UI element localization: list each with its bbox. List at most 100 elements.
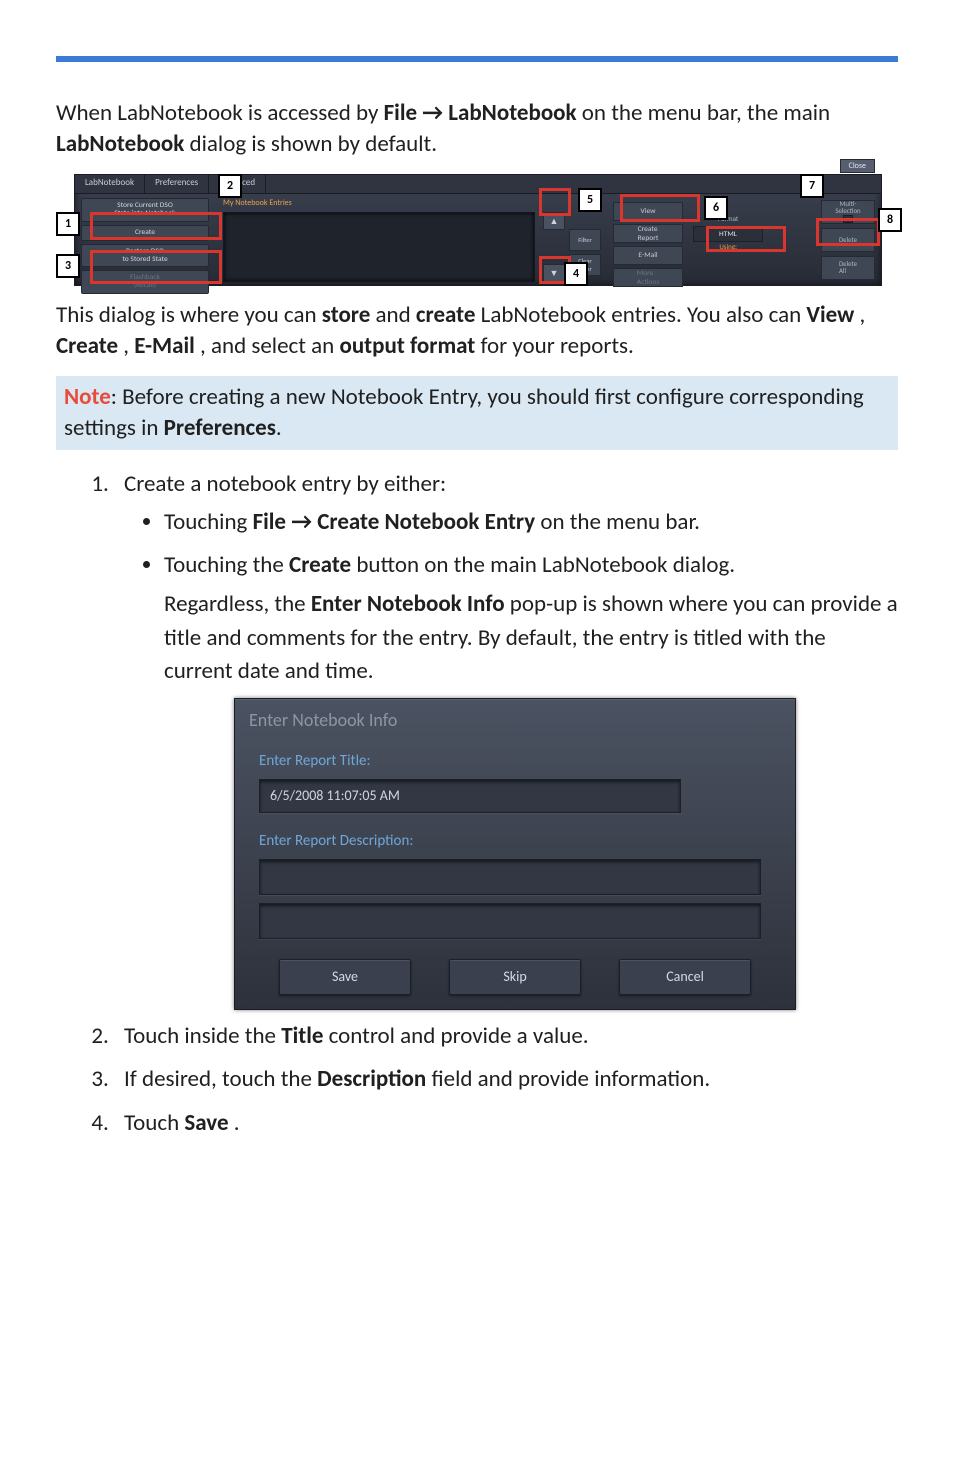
labnotebook-dialog-screenshot: LabNotebook Preferences Advanced Close S… — [56, 174, 898, 284]
bullet-item: Touching File → Create Notebook Entry on… — [164, 506, 898, 539]
text: . — [276, 414, 282, 442]
text: button on the main LabNotebook dialog. — [356, 551, 735, 579]
bullet-item: Touching the Create button on the main L… — [164, 549, 898, 688]
dialog-tabs: LabNotebook Preferences Advanced — [75, 175, 881, 194]
text: , and select an — [200, 332, 339, 360]
format-value[interactable]: HTML — [693, 226, 763, 242]
callout-marker: 2 — [218, 174, 242, 198]
text: , — [859, 301, 865, 329]
paragraph: This dialog is where you can store and c… — [56, 300, 898, 362]
intro-paragraph: When LabNotebook is accessed by File → L… — [56, 98, 898, 160]
note-callout: Note: Before creating a new Notebook Ent… — [56, 376, 898, 450]
save-button[interactable]: Save — [279, 959, 411, 995]
callout-marker: 8 — [878, 208, 902, 232]
checkbox-icon — [843, 215, 853, 223]
text: . — [234, 1109, 240, 1137]
dialog-title: Enter Notebook Info — [235, 699, 795, 743]
mid-button-column: View Create Report E-Mail More Actions — [613, 202, 683, 287]
labnotebook-dialog: LabNotebook Preferences Advanced Close S… — [74, 174, 882, 286]
text: If desired, touch the — [124, 1065, 317, 1093]
text: control and provide a value. — [329, 1022, 589, 1050]
text-bold: Description — [317, 1065, 426, 1093]
step-item: Touch Save . — [114, 1107, 898, 1140]
callout-marker: 7 — [800, 174, 824, 198]
entries-listbox[interactable] — [223, 212, 535, 282]
text-bold: output format — [339, 332, 475, 360]
text: This dialog is where you can — [56, 301, 322, 329]
store-state-button[interactable]: Store Current DSO State into Notebook — [81, 198, 209, 222]
tab-preferences[interactable]: Preferences — [145, 175, 209, 193]
dialog-button-row: Save Skip Cancel — [235, 959, 795, 995]
entries-label: My Notebook Entries — [223, 198, 292, 208]
more-actions-button[interactable]: More Actions — [613, 268, 683, 287]
text: Touch inside the — [124, 1022, 281, 1050]
text-bold: store — [322, 301, 371, 329]
filter-button[interactable]: Filter — [569, 229, 601, 251]
text: and — [376, 301, 416, 329]
text: Selection — [835, 208, 860, 215]
text: , — [123, 332, 134, 360]
text-bold: Create — [289, 551, 351, 579]
divider-rule — [56, 56, 898, 62]
create-report-button[interactable]: Create Report — [613, 224, 683, 243]
callout-marker: 4 — [564, 262, 588, 286]
text-bold: Save — [184, 1109, 228, 1137]
text: for your reports. — [481, 332, 634, 360]
email-button[interactable]: E-Mail — [613, 246, 683, 265]
text: LabNotebook entries. You also can — [481, 301, 807, 329]
multi-selection-button[interactable]: Multi- Selection — [821, 200, 875, 224]
callout-marker: 5 — [578, 188, 602, 212]
tab-labnotebook[interactable]: LabNotebook — [75, 175, 145, 193]
text-bold: Enter Notebook Info — [311, 590, 505, 618]
text-bold: E-Mail — [134, 332, 195, 360]
scroll-down-button[interactable]: ▼ — [543, 264, 565, 282]
report-description-input-2[interactable] — [259, 903, 761, 939]
text-bold: Create — [56, 332, 118, 360]
scroll-buttons: ▲ ▼ — [543, 212, 565, 282]
restore-state-button[interactable]: Restore DSO to Stored State — [81, 244, 209, 268]
text: Regardless, the — [164, 590, 311, 618]
callout-marker: 1 — [56, 212, 80, 236]
text-bold: Title — [281, 1022, 323, 1050]
report-description-label: Enter Report Description: — [259, 831, 771, 853]
document-page: When LabNotebook is accessed by File → L… — [0, 0, 954, 1212]
enter-notebook-info-dialog: Enter Notebook Info Enter Report Title: … — [234, 698, 796, 1010]
text: dialog is shown by default. — [190, 130, 438, 158]
close-button[interactable]: Close — [840, 159, 875, 173]
text: on the menu bar, the main — [582, 99, 830, 127]
text: on the menu bar. — [540, 508, 700, 536]
callout-marker: 3 — [56, 254, 80, 278]
text-bold: File → Create Notebook Entry — [253, 508, 536, 536]
create-button[interactable]: Create — [81, 225, 209, 241]
skip-button[interactable]: Skip — [449, 959, 581, 995]
report-title-input[interactable]: 6/5/2008 11:07:05 AM — [259, 779, 681, 813]
using-label: Using: — [719, 242, 737, 251]
text-bold: File → LabNotebook — [384, 99, 577, 127]
right-button-column: Multi- Selection Delete Delete All — [821, 200, 875, 280]
scroll-up-button[interactable]: ▲ — [543, 212, 565, 230]
text: Create a notebook entry by either: — [124, 470, 446, 498]
text-bold: Preferences — [164, 414, 276, 442]
sub-bullets: Touching File → Create Notebook Entry on… — [124, 506, 898, 689]
flashback-button[interactable]: Flashback (Recall) — [81, 270, 209, 294]
view-button[interactable]: View — [613, 202, 683, 221]
text: When LabNotebook is accessed by — [56, 99, 384, 127]
report-description-input[interactable] — [259, 859, 761, 895]
left-button-column: Store Current DSO State into Notebook Cr… — [81, 198, 209, 294]
callout-marker: 6 — [704, 196, 728, 220]
text: Touch — [124, 1109, 184, 1137]
delete-button[interactable]: Delete — [821, 228, 875, 252]
text-bold: View — [806, 301, 854, 329]
dialog-body: Store Current DSO State into Notebook Cr… — [75, 194, 881, 286]
step-item: Touch inside the Title control and provi… — [114, 1020, 898, 1053]
delete-all-button[interactable]: Delete All — [821, 256, 875, 280]
report-title-label: Enter Report Title: — [259, 751, 771, 773]
text: Touching the — [164, 551, 289, 579]
text: Touching — [164, 508, 253, 536]
cancel-button[interactable]: Cancel — [619, 959, 751, 995]
text-bold: create — [416, 301, 476, 329]
steps-list: Create a notebook entry by either: Touch… — [56, 468, 898, 1140]
step-item: Create a notebook entry by either: Touch… — [114, 468, 898, 1010]
note-label: Note — [64, 383, 111, 411]
text-bold: LabNotebook — [56, 130, 184, 158]
